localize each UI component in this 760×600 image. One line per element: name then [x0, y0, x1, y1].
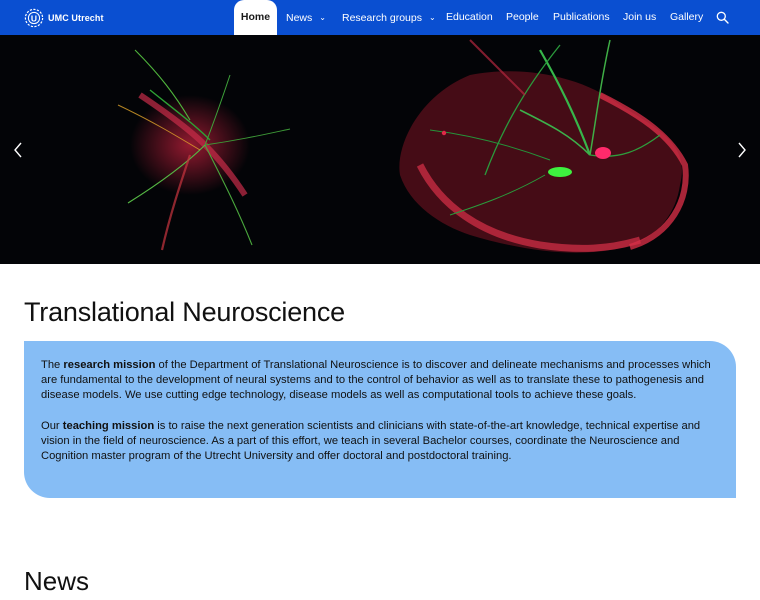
research-mission-label: research mission: [63, 359, 156, 371]
page-title: Translational Neuroscience: [24, 297, 345, 327]
hero-image-slider: [0, 35, 760, 264]
svg-text:U: U: [31, 13, 37, 23]
chevron-left-icon[interactable]: [11, 141, 25, 159]
nav-item-publications[interactable]: Publications: [553, 0, 610, 35]
logo-text: UMC Utrecht: [48, 13, 104, 23]
research-mission-prefix: The: [41, 359, 64, 371]
teaching-mission-paragraph: Our teaching mission is to raise the nex…: [41, 419, 714, 465]
umc-utrecht-logo-icon: U: [24, 8, 44, 28]
nav-item-gallery[interactable]: Gallery: [670, 0, 703, 35]
teaching-mission-prefix: Our: [41, 419, 63, 432]
mission-statement-box: The research mission of the Department o…: [24, 341, 736, 498]
research-mission-paragraph: The research mission of the Department o…: [41, 358, 714, 404]
chevron-down-icon: ⌄: [319, 13, 326, 22]
nav-item-research-groups[interactable]: Research groups ⌄: [342, 0, 436, 35]
chevron-down-icon: ⌄: [428, 13, 436, 22]
nav-item-research-groups-label: Research groups: [342, 12, 422, 24]
nav-item-home[interactable]: Home: [234, 0, 277, 35]
neuron-cells-microscopy-image: [117, 39, 689, 253]
umc-utrecht-logo-link[interactable]: U UMC Utrecht: [24, 8, 104, 28]
top-navigation-bar: U UMC Utrecht Home News ⌄ Research groups…: [0, 0, 760, 35]
chevron-right-icon[interactable]: [735, 141, 749, 159]
nav-item-news-label: News: [286, 12, 313, 24]
teaching-mission-label: teaching mission: [62, 419, 155, 432]
nav-item-education[interactable]: Education: [446, 0, 493, 35]
search-icon[interactable]: [716, 11, 729, 24]
nav-item-news[interactable]: News ⌄: [286, 0, 326, 35]
nav-item-people[interactable]: People: [506, 0, 539, 35]
news-section-title: News: [24, 566, 90, 596]
nav-item-join-us[interactable]: Join us: [623, 0, 656, 35]
